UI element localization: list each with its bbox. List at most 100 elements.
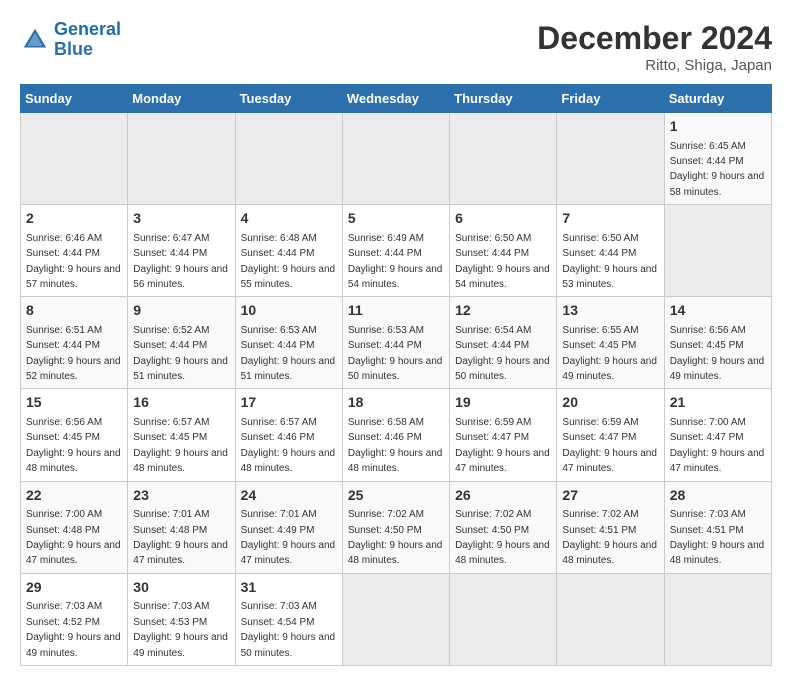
day-number: 31 xyxy=(241,578,337,598)
day-number: 27 xyxy=(562,486,658,506)
day-info: Sunrise: 7:00 AMSunset: 4:47 PMDaylight:… xyxy=(670,417,765,474)
day-number: 3 xyxy=(133,209,229,229)
calendar-cell: 15 Sunrise: 6:56 AMSunset: 4:45 PMDaylig… xyxy=(21,389,128,481)
logo-text: General Blue xyxy=(54,20,121,60)
day-info: Sunrise: 6:49 AMSunset: 4:44 PMDaylight:… xyxy=(348,233,443,290)
day-info: Sunrise: 6:45 AMSunset: 4:44 PMDaylight:… xyxy=(670,141,765,198)
day-number: 16 xyxy=(133,393,229,413)
day-number: 4 xyxy=(241,209,337,229)
calendar-cell xyxy=(557,573,664,665)
day-number: 8 xyxy=(26,301,122,321)
day-number: 10 xyxy=(241,301,337,321)
calendar-cell: 14 Sunrise: 6:56 AMSunset: 4:45 PMDaylig… xyxy=(664,297,771,389)
calendar-cell: 31 Sunrise: 7:03 AMSunset: 4:54 PMDaylig… xyxy=(235,573,342,665)
header-wednesday: Wednesday xyxy=(342,85,449,113)
day-info: Sunrise: 6:57 AMSunset: 4:45 PMDaylight:… xyxy=(133,417,228,474)
page-header: General Blue December 2024 Ritto, Shiga,… xyxy=(20,20,772,74)
week-row-2: 2 Sunrise: 6:46 AMSunset: 4:44 PMDayligh… xyxy=(21,205,772,297)
day-number: 30 xyxy=(133,578,229,598)
day-info: Sunrise: 7:03 AMSunset: 4:54 PMDaylight:… xyxy=(241,601,336,658)
title-block: December 2024 Ritto, Shiga, Japan xyxy=(537,20,772,74)
calendar-cell: 3 Sunrise: 6:47 AMSunset: 4:44 PMDayligh… xyxy=(128,205,235,297)
calendar-cell: 17 Sunrise: 6:57 AMSunset: 4:46 PMDaylig… xyxy=(235,389,342,481)
day-info: Sunrise: 6:59 AMSunset: 4:47 PMDaylight:… xyxy=(562,417,657,474)
day-number: 22 xyxy=(26,486,122,506)
calendar-cell: 5 Sunrise: 6:49 AMSunset: 4:44 PMDayligh… xyxy=(342,205,449,297)
day-info: Sunrise: 6:54 AMSunset: 4:44 PMDaylight:… xyxy=(455,325,550,382)
calendar-cell: 22 Sunrise: 7:00 AMSunset: 4:48 PMDaylig… xyxy=(21,481,128,573)
day-info: Sunrise: 6:50 AMSunset: 4:44 PMDaylight:… xyxy=(562,233,657,290)
day-info: Sunrise: 6:55 AMSunset: 4:45 PMDaylight:… xyxy=(562,325,657,382)
day-info: Sunrise: 6:51 AMSunset: 4:44 PMDaylight:… xyxy=(26,325,121,382)
calendar-cell: 28 Sunrise: 7:03 AMSunset: 4:51 PMDaylig… xyxy=(664,481,771,573)
day-number: 1 xyxy=(670,117,766,137)
calendar-cell: 18 Sunrise: 6:58 AMSunset: 4:46 PMDaylig… xyxy=(342,389,449,481)
logo-icon xyxy=(20,25,50,55)
calendar-table: SundayMondayTuesdayWednesdayThursdayFrid… xyxy=(20,84,772,666)
day-number: 12 xyxy=(455,301,551,321)
day-number: 14 xyxy=(670,301,766,321)
logo: General Blue xyxy=(20,20,121,60)
day-number: 9 xyxy=(133,301,229,321)
calendar-cell xyxy=(235,113,342,205)
week-row-5: 22 Sunrise: 7:00 AMSunset: 4:48 PMDaylig… xyxy=(21,481,772,573)
header-thursday: Thursday xyxy=(450,85,557,113)
calendar-cell xyxy=(450,113,557,205)
day-info: Sunrise: 6:52 AMSunset: 4:44 PMDaylight:… xyxy=(133,325,228,382)
calendar-body: 1 Sunrise: 6:45 AMSunset: 4:44 PMDayligh… xyxy=(21,113,772,666)
day-info: Sunrise: 6:59 AMSunset: 4:47 PMDaylight:… xyxy=(455,417,550,474)
day-number: 25 xyxy=(348,486,444,506)
calendar-cell: 25 Sunrise: 7:02 AMSunset: 4:50 PMDaylig… xyxy=(342,481,449,573)
calendar-cell: 13 Sunrise: 6:55 AMSunset: 4:45 PMDaylig… xyxy=(557,297,664,389)
day-number: 15 xyxy=(26,393,122,413)
header-friday: Friday xyxy=(557,85,664,113)
day-info: Sunrise: 7:03 AMSunset: 4:52 PMDaylight:… xyxy=(26,601,121,658)
day-info: Sunrise: 6:58 AMSunset: 4:46 PMDaylight:… xyxy=(348,417,443,474)
calendar-cell: 12 Sunrise: 6:54 AMSunset: 4:44 PMDaylig… xyxy=(450,297,557,389)
calendar-cell: 30 Sunrise: 7:03 AMSunset: 4:53 PMDaylig… xyxy=(128,573,235,665)
day-info: Sunrise: 6:48 AMSunset: 4:44 PMDaylight:… xyxy=(241,233,336,290)
day-number: 18 xyxy=(348,393,444,413)
calendar-cell xyxy=(342,573,449,665)
month-title: December 2024 xyxy=(537,20,772,57)
calendar-cell xyxy=(557,113,664,205)
week-row-6: 29 Sunrise: 7:03 AMSunset: 4:52 PMDaylig… xyxy=(21,573,772,665)
day-info: Sunrise: 7:02 AMSunset: 4:50 PMDaylight:… xyxy=(455,509,550,566)
day-info: Sunrise: 6:47 AMSunset: 4:44 PMDaylight:… xyxy=(133,233,228,290)
day-info: Sunrise: 7:01 AMSunset: 4:49 PMDaylight:… xyxy=(241,509,336,566)
calendar-cell: 20 Sunrise: 6:59 AMSunset: 4:47 PMDaylig… xyxy=(557,389,664,481)
day-number: 19 xyxy=(455,393,551,413)
week-row-3: 8 Sunrise: 6:51 AMSunset: 4:44 PMDayligh… xyxy=(21,297,772,389)
day-number: 6 xyxy=(455,209,551,229)
day-info: Sunrise: 6:57 AMSunset: 4:46 PMDaylight:… xyxy=(241,417,336,474)
calendar-cell: 7 Sunrise: 6:50 AMSunset: 4:44 PMDayligh… xyxy=(557,205,664,297)
day-number: 2 xyxy=(26,209,122,229)
calendar-cell xyxy=(664,205,771,297)
calendar-cell xyxy=(664,573,771,665)
calendar-cell: 26 Sunrise: 7:02 AMSunset: 4:50 PMDaylig… xyxy=(450,481,557,573)
week-row-1: 1 Sunrise: 6:45 AMSunset: 4:44 PMDayligh… xyxy=(21,113,772,205)
calendar-cell: 11 Sunrise: 6:53 AMSunset: 4:44 PMDaylig… xyxy=(342,297,449,389)
calendar-cell: 2 Sunrise: 6:46 AMSunset: 4:44 PMDayligh… xyxy=(21,205,128,297)
day-number: 21 xyxy=(670,393,766,413)
calendar-cell: 10 Sunrise: 6:53 AMSunset: 4:44 PMDaylig… xyxy=(235,297,342,389)
day-number: 7 xyxy=(562,209,658,229)
day-info: Sunrise: 6:53 AMSunset: 4:44 PMDaylight:… xyxy=(241,325,336,382)
day-info: Sunrise: 7:01 AMSunset: 4:48 PMDaylight:… xyxy=(133,509,228,566)
calendar-header-row: SundayMondayTuesdayWednesdayThursdayFrid… xyxy=(21,85,772,113)
calendar-cell: 6 Sunrise: 6:50 AMSunset: 4:44 PMDayligh… xyxy=(450,205,557,297)
week-row-4: 15 Sunrise: 6:56 AMSunset: 4:45 PMDaylig… xyxy=(21,389,772,481)
day-info: Sunrise: 6:50 AMSunset: 4:44 PMDaylight:… xyxy=(455,233,550,290)
day-info: Sunrise: 7:03 AMSunset: 4:51 PMDaylight:… xyxy=(670,509,765,566)
location-title: Ritto, Shiga, Japan xyxy=(537,57,772,74)
day-number: 23 xyxy=(133,486,229,506)
calendar-cell: 8 Sunrise: 6:51 AMSunset: 4:44 PMDayligh… xyxy=(21,297,128,389)
header-monday: Monday xyxy=(128,85,235,113)
calendar-cell: 1 Sunrise: 6:45 AMSunset: 4:44 PMDayligh… xyxy=(664,113,771,205)
day-number: 28 xyxy=(670,486,766,506)
day-number: 5 xyxy=(348,209,444,229)
day-number: 11 xyxy=(348,301,444,321)
day-info: Sunrise: 7:02 AMSunset: 4:51 PMDaylight:… xyxy=(562,509,657,566)
calendar-cell: 24 Sunrise: 7:01 AMSunset: 4:49 PMDaylig… xyxy=(235,481,342,573)
calendar-cell: 19 Sunrise: 6:59 AMSunset: 4:47 PMDaylig… xyxy=(450,389,557,481)
